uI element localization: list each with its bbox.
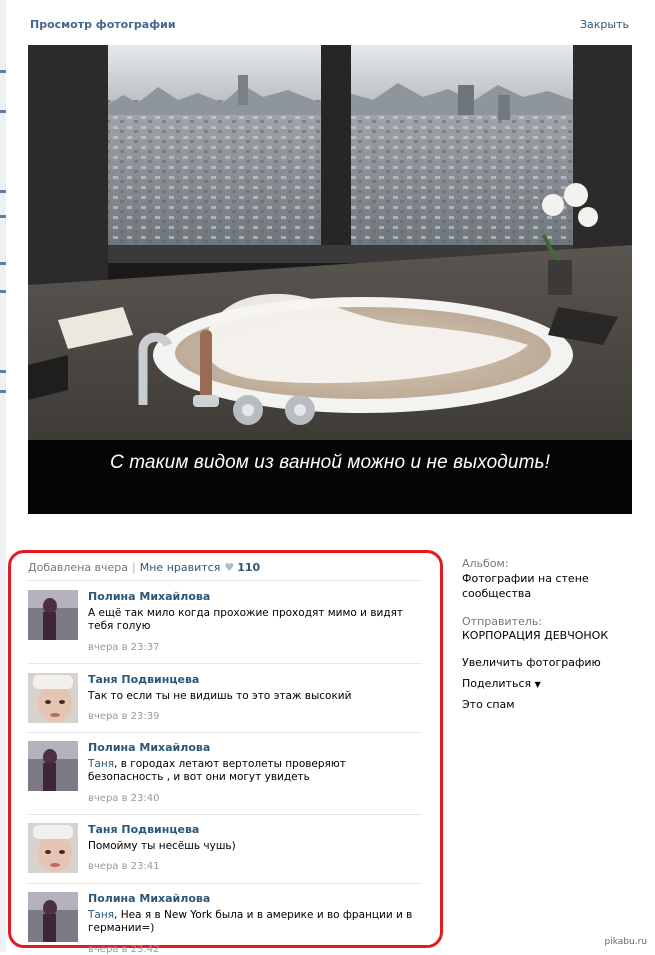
comment-author[interactable]: Таня Подвинцева <box>88 823 199 836</box>
comment-time[interactable]: вчера в 23:39 <box>88 711 160 722</box>
avatar[interactable] <box>28 590 78 640</box>
comment-author[interactable]: Полина Михайлова <box>88 590 210 603</box>
album-label: Альбом: <box>462 557 509 570</box>
comment-body: , в городах летают вертолеты проверяют б… <box>88 758 346 783</box>
comment-mention[interactable]: Таня <box>88 758 114 770</box>
comment-author[interactable]: Таня Подвинцева <box>88 673 199 686</box>
comment-item: Полина Михайлова Таня, Неа я в New York … <box>28 892 422 955</box>
divider <box>28 580 422 581</box>
photo-image[interactable]: С таким видом из ванной можно и не выход… <box>28 45 632 514</box>
divider <box>28 663 422 664</box>
avatar[interactable] <box>28 823 78 873</box>
comment-text: Так то если ты не видишь то это этаж выс… <box>88 690 352 702</box>
chevron-down-icon[interactable]: ▼ <box>535 680 541 689</box>
page-title: Просмотр фотографии <box>30 18 176 31</box>
heart-icon[interactable]: ♥ <box>224 561 234 574</box>
sender-label: Отправитель: <box>462 615 543 628</box>
comment-time[interactable]: вчера в 23:37 <box>88 642 160 653</box>
report-spam-link[interactable]: Это спам <box>462 697 515 712</box>
watermark: pikabu.ru <box>604 937 647 947</box>
avatar[interactable] <box>28 892 78 942</box>
sender-link[interactable]: КОРПОРАЦИЯ ДЕВЧОНОК <box>462 628 608 643</box>
comment-time[interactable]: вчера в 23:40 <box>88 793 160 804</box>
comment-author[interactable]: Полина Михайлова <box>88 741 210 754</box>
comment-body: , Неа я в New York была и в америке и во… <box>88 909 413 934</box>
divider <box>28 883 422 884</box>
comment-time[interactable]: вчера в 23:42 <box>88 944 160 955</box>
comment-item: Таня Подвинцева Помойму ты несёшь чушь) … <box>28 823 422 878</box>
photo-meta: Добавлена вчера | Мне нравится ♥ 110 <box>28 561 261 574</box>
enlarge-photo-link[interactable]: Увеличить фотографию <box>462 655 601 670</box>
avatar[interactable] <box>28 673 78 723</box>
share-link[interactable]: Поделиться ▼ <box>462 676 541 692</box>
close-button[interactable]: Закрыть <box>580 18 629 31</box>
comment-mention[interactable]: Таня <box>88 909 114 921</box>
avatar[interactable] <box>28 741 78 791</box>
comment-text: Таня, в городах летают вертолеты проверя… <box>88 758 418 784</box>
share-label[interactable]: Поделиться <box>462 677 531 690</box>
divider <box>28 732 422 733</box>
comment-item: Полина Михайлова Таня, в городах летают … <box>28 741 422 811</box>
like-button[interactable]: Мне нравится <box>140 561 221 574</box>
comment-item: Таня Подвинцева Так то если ты не видишь… <box>28 673 422 728</box>
photo-caption: С таким видом из ванной можно и не выход… <box>110 452 550 473</box>
comment-item: Полина Михайлова А ещё так мило когда пр… <box>28 590 422 660</box>
added-date: Добавлена вчера <box>28 561 129 574</box>
comment-text: А ещё так мило когда прохожие проходят м… <box>88 607 404 632</box>
divider <box>28 814 422 815</box>
background-page-edge <box>0 0 6 952</box>
comment-time[interactable]: вчера в 23:41 <box>88 861 160 872</box>
comment-text: Помойму ты несёшь чушь) <box>88 840 236 852</box>
album-value[interactable]: Фотографии на стене сообщества <box>462 571 592 601</box>
comment-text: Таня, Неа я в New York была и в америке … <box>88 909 418 935</box>
like-count[interactable]: 110 <box>237 561 260 574</box>
bathroom-view-illustration <box>28 45 632 514</box>
comment-author[interactable]: Полина Михайлова <box>88 892 210 905</box>
